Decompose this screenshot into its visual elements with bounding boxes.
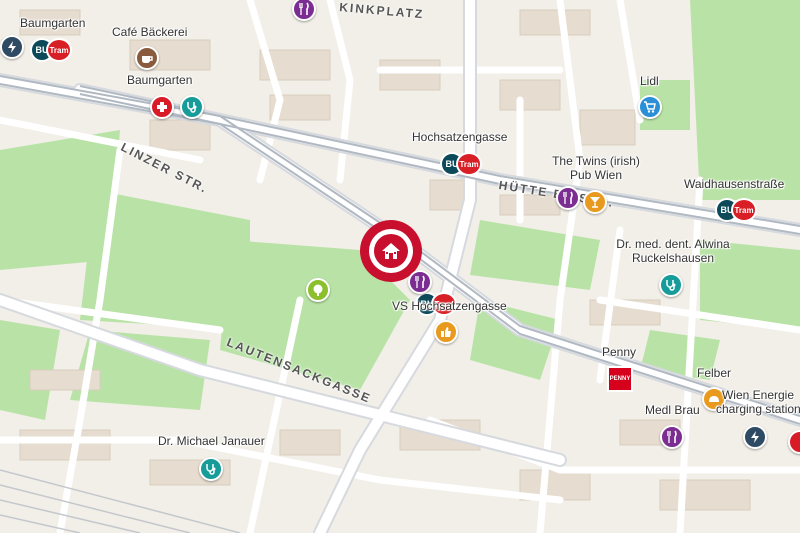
label-twins-line2: Pub Wien bbox=[569, 168, 623, 182]
penny-shop-poi[interactable]: PENNY bbox=[607, 366, 633, 392]
stethoscope-icon bbox=[666, 280, 676, 291]
pharmacy-poi[interactable] bbox=[150, 95, 174, 119]
lidl-shop-poi[interactable] bbox=[638, 95, 662, 119]
fork-knife-icon bbox=[563, 191, 573, 204]
transit-stop-baumgarten[interactable]: BU Tram bbox=[30, 38, 72, 62]
pharmacy-icon bbox=[157, 102, 167, 112]
label-janauer: Dr. Michael Janauer bbox=[158, 434, 265, 448]
dentist-poi[interactable] bbox=[659, 273, 683, 297]
label-felber: Felber bbox=[697, 366, 732, 380]
label-baumgarten-top: Baumgarten bbox=[20, 16, 86, 30]
label-penny: Penny bbox=[602, 345, 637, 359]
label-twins: The Twins (irish) Pub Wien bbox=[550, 154, 642, 182]
snack-poi-vs[interactable] bbox=[434, 320, 458, 344]
bakery-poi[interactable] bbox=[135, 46, 159, 70]
label-hochsatzengasse: Hochsatzengasse bbox=[412, 130, 508, 144]
label-vs-hochsatzengasse: VS Hochsatzengasse bbox=[392, 299, 507, 313]
transit-stop-hochsatzengasse[interactable]: BU Tram bbox=[440, 152, 482, 176]
bar-poi-twins[interactable] bbox=[583, 190, 607, 214]
health-poi-baumgarten[interactable] bbox=[180, 95, 204, 119]
label-dentist: Dr. med. dent. Alwina Ruckelshausen bbox=[608, 237, 738, 265]
label-waidhausenstrasse: Waidhausenstraße bbox=[684, 177, 785, 191]
transit-stop-waidhausenstrasse[interactable]: BU Tram bbox=[715, 198, 757, 222]
tram-badge: Tram bbox=[456, 152, 482, 176]
label-cafe-baeckerei: Café Bäckerei bbox=[112, 25, 188, 39]
doctor-poi-janauer[interactable] bbox=[199, 457, 223, 481]
label-medl-brau: Medl Brau bbox=[645, 403, 700, 417]
label-lidl: Lidl bbox=[640, 74, 659, 88]
home-icon bbox=[382, 243, 400, 259]
coffee-cup-icon bbox=[142, 56, 153, 64]
thumb-icon bbox=[441, 327, 451, 337]
charging-station-poi[interactable] bbox=[0, 35, 24, 59]
restaurant-poi-twins[interactable] bbox=[556, 186, 580, 210]
label-baumgarten-mid: Baumgarten bbox=[127, 73, 193, 87]
label-dentist-line2: Ruckelshausen bbox=[631, 251, 715, 265]
label-twins-line1: The Twins (irish) bbox=[552, 154, 640, 168]
penny-logo: PENNY bbox=[609, 376, 631, 382]
stethoscope-icon bbox=[206, 464, 216, 475]
label-wien-energie-line2: charging station bbox=[716, 402, 800, 416]
label-wien-energie: Wien Energie charging station bbox=[716, 388, 800, 416]
lightning-icon bbox=[751, 431, 759, 443]
stethoscope-icon bbox=[187, 102, 197, 113]
park-poi[interactable] bbox=[306, 278, 330, 302]
cocktail-icon bbox=[590, 197, 600, 208]
fork-knife-icon bbox=[299, 2, 309, 15]
fork-knife-icon bbox=[415, 275, 425, 288]
fork-knife-icon bbox=[667, 430, 677, 443]
tram-badge: Tram bbox=[46, 38, 72, 62]
restaurant-poi-vs[interactable] bbox=[408, 270, 432, 294]
label-dentist-line1: Dr. med. dent. Alwina bbox=[616, 237, 730, 251]
label-wien-energie-line1: Wien Energie bbox=[721, 388, 795, 402]
lightning-icon bbox=[8, 41, 16, 53]
charging-station-poi-wien-energie[interactable] bbox=[743, 425, 767, 449]
shopping-cart-icon bbox=[644, 101, 656, 113]
restaurant-poi-medl-brau[interactable] bbox=[660, 425, 684, 449]
tree-icon bbox=[313, 284, 323, 296]
tram-badge: Tram bbox=[731, 198, 757, 222]
map-view[interactable]: LINZER STR. HÜTTE ER STR. LAUTENSACKGASS… bbox=[0, 0, 800, 533]
